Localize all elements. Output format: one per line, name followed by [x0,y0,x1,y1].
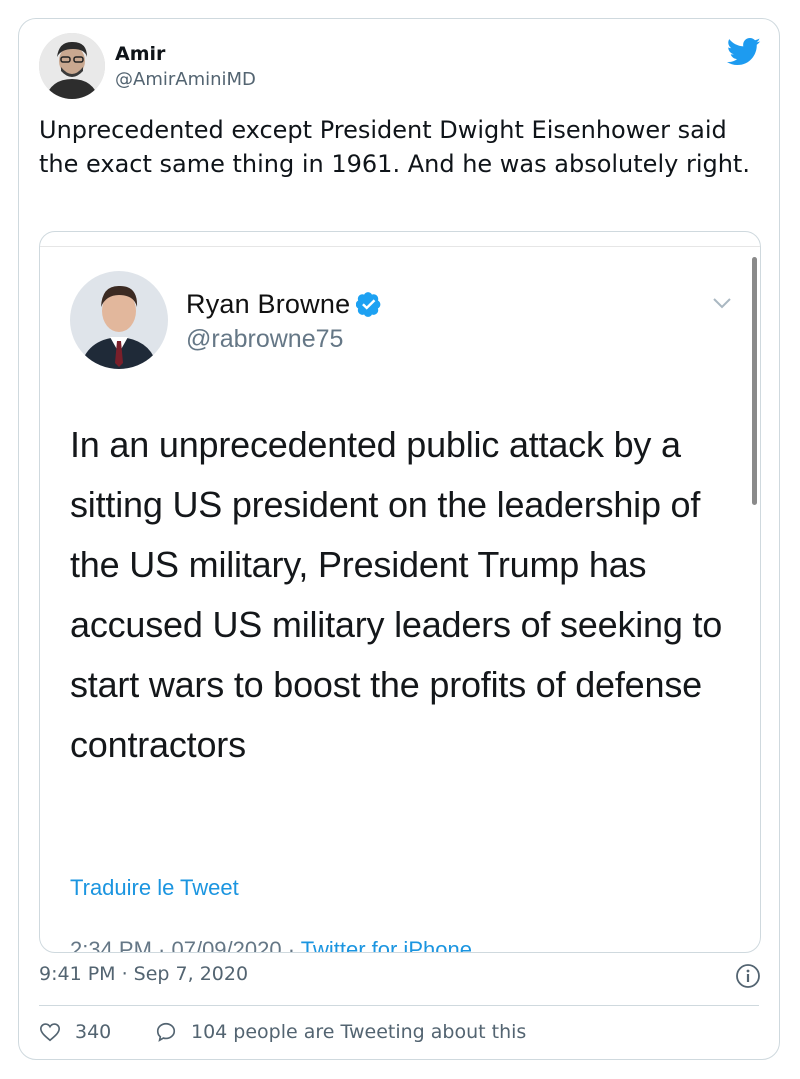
quoted-tweet-source: Twitter for iPhone [300,937,472,953]
like-button[interactable]: 340 [39,1021,111,1043]
tweet-timestamp[interactable]: 9:41 PM · Sep 7, 2020 [39,963,248,985]
screenshot-content: Ryan Browne @rabrowne75 In an unpreceden… [40,246,760,953]
divider [39,1005,759,1006]
quoted-author-name-text: Ryan Browne [186,289,351,319]
info-icon[interactable] [735,963,761,989]
author-avatar[interactable] [39,33,105,99]
chevron-down-icon [713,298,731,309]
avatar-photo [39,33,105,99]
quoted-tweet-text: In an unprecedented public attack by a s… [70,424,723,765]
scrollbar [752,257,757,505]
author-handle[interactable]: @AmirAminiMD [115,69,256,90]
conversation-button[interactable]: 104 people are Tweeting about this [155,1021,526,1043]
author-name[interactable]: Amir [115,43,165,65]
tweet-text: Unprecedented except President Dwight Ei… [39,116,750,178]
quoted-author-name: Ryan Browne [186,289,382,320]
quoted-author-avatar [70,271,168,369]
translate-link: Traduire le Tweet [70,875,239,900]
reply-bubble-icon [156,1022,176,1042]
avatar-photo [70,271,168,369]
twitter-bird-icon[interactable] [727,37,761,67]
tweet-card: Amir @AmirAminiMD Unprecedented except P… [18,18,780,1060]
quoted-tweet-meta: 2:34 PM · 07/09/2020 · Twitter for iPhon… [70,937,472,953]
conversation-text: 104 people are Tweeting about this [191,1021,527,1043]
heart-icon [40,1023,60,1042]
quoted-tweet-time: 2:34 PM · 07/09/2020 · [70,937,301,953]
like-count: 340 [75,1021,112,1043]
quoted-author-handle: @rabrowne75 [186,325,344,353]
verified-badge-icon [356,291,381,317]
quoted-tweet-screenshot[interactable]: Ryan Browne @rabrowne75 In an unpreceden… [39,231,761,953]
